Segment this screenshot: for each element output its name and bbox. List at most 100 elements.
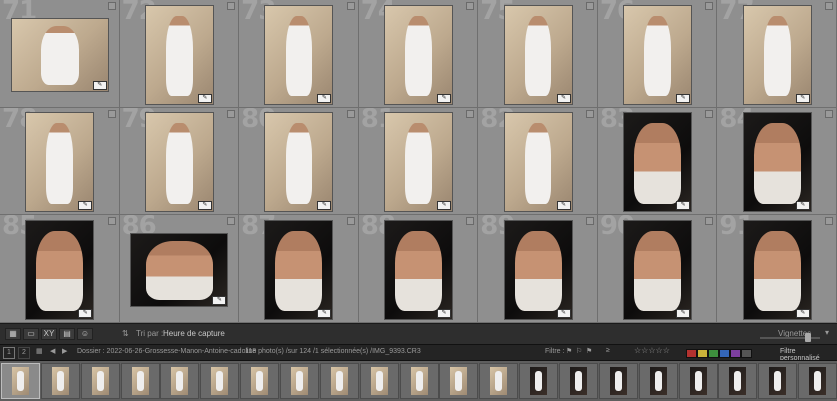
- photo-thumbnail[interactable]: ✎: [743, 221, 811, 320]
- quick-collection-icon[interactable]: [585, 109, 594, 118]
- photo-thumbnail[interactable]: ✎: [265, 221, 333, 320]
- grid-cell[interactable]: 83 ✎: [597, 107, 718, 216]
- color-label-swatch[interactable]: [719, 349, 730, 358]
- quick-collection-icon[interactable]: [346, 109, 355, 118]
- back-arrow-icon[interactable]: ◀: [50, 347, 55, 355]
- photo-thumbnail[interactable]: ✎: [624, 5, 692, 104]
- filmstrip-thumbnail[interactable]: [120, 363, 160, 399]
- quick-collection-icon[interactable]: [227, 2, 236, 10]
- photo-thumbnail[interactable]: ✎: [624, 113, 692, 212]
- quick-collection-icon[interactable]: [346, 2, 355, 10]
- quick-collection-icon[interactable]: [705, 217, 714, 226]
- photo-thumbnail[interactable]: ✎: [504, 5, 572, 104]
- filmstrip-thumbnail[interactable]: [240, 363, 280, 399]
- quick-collection-icon[interactable]: [705, 109, 714, 118]
- star-rating-filter[interactable]: ☆☆☆☆☆: [634, 346, 670, 355]
- grid-cell[interactable]: 74 ✎: [358, 0, 479, 108]
- filmstrip-thumbnail[interactable]: [359, 363, 399, 399]
- grid-cell[interactable]: 79 ✎: [119, 107, 240, 216]
- sort-select[interactable]: Heure de capture: [163, 329, 225, 341]
- filmstrip-thumbnail[interactable]: [280, 363, 319, 399]
- filmstrip-thumbnail[interactable]: [559, 363, 598, 399]
- filmstrip-thumbnail[interactable]: [798, 363, 837, 399]
- photo-thumbnail[interactable]: ✎: [131, 234, 228, 307]
- filmstrip-thumbnail[interactable]: [638, 363, 678, 399]
- grid-cell[interactable]: 77 ✎: [717, 0, 837, 108]
- photo-thumbnail[interactable]: ✎: [145, 113, 213, 212]
- grid-cell[interactable]: 85 ✎: [0, 215, 120, 323]
- quick-collection-icon[interactable]: [227, 109, 236, 118]
- photo-thumbnail[interactable]: ✎: [624, 221, 692, 320]
- photo-thumbnail[interactable]: ✎: [384, 221, 452, 320]
- grid-cell[interactable]: 90 ✎: [597, 215, 718, 323]
- quick-collection-icon[interactable]: [107, 2, 116, 10]
- color-label-swatch[interactable]: [686, 349, 697, 358]
- photo-thumbnail[interactable]: ✎: [384, 5, 452, 104]
- quick-collection-icon[interactable]: [466, 109, 475, 118]
- people-view-button[interactable]: ☺: [77, 328, 93, 340]
- color-label-swatch[interactable]: [741, 349, 752, 358]
- flag-unflag-icon[interactable]: ⚐: [576, 347, 582, 355]
- photo-thumbnail[interactable]: ✎: [145, 5, 213, 104]
- photo-thumbnail[interactable]: ✎: [11, 18, 108, 91]
- thumbnail-size-slider[interactable]: [760, 337, 820, 339]
- grid-cell[interactable]: 71 ✎: [0, 0, 120, 108]
- toolbar-menu-icon[interactable]: ▾: [825, 328, 829, 340]
- filmstrip-thumbnail[interactable]: [40, 363, 80, 399]
- quick-collection-icon[interactable]: [824, 217, 833, 226]
- quick-collection-icon[interactable]: [705, 2, 714, 10]
- survey-view-button[interactable]: ▤: [59, 328, 75, 340]
- photo-thumbnail[interactable]: ✎: [265, 113, 333, 212]
- photo-thumbnail[interactable]: ✎: [743, 113, 811, 212]
- breadcrumb[interactable]: Dossier : 2022-06-26-Grossesse-Manon-Ant…: [77, 348, 256, 355]
- grid-cell[interactable]: 86 ✎: [119, 215, 240, 323]
- filmstrip-thumbnail[interactable]: [80, 363, 120, 399]
- color-label-swatch[interactable]: [708, 349, 719, 358]
- quick-collection-icon[interactable]: [466, 217, 475, 226]
- page-1-button[interactable]: 1: [3, 347, 15, 359]
- grid-icon[interactable]: ▦: [36, 347, 43, 355]
- quick-collection-icon[interactable]: [824, 2, 833, 10]
- filmstrip-thumbnail[interactable]: [439, 363, 479, 399]
- sort-direction-icon[interactable]: ⇅: [122, 329, 129, 341]
- grid-cell[interactable]: 87 ✎: [239, 215, 359, 323]
- grid-cell[interactable]: 76 ✎: [597, 0, 718, 108]
- grid-cell[interactable]: 72 ✎: [119, 0, 240, 108]
- loupe-view-button[interactable]: ▭: [23, 328, 39, 340]
- quick-collection-icon[interactable]: [585, 2, 594, 10]
- grid-cell[interactable]: 81 ✎: [358, 107, 479, 216]
- color-label-swatch[interactable]: [697, 349, 708, 358]
- filmstrip-thumbnail[interactable]: [519, 363, 559, 399]
- grid-cell[interactable]: 84 ✎: [717, 107, 837, 216]
- forward-arrow-icon[interactable]: ▶: [62, 347, 67, 355]
- flag-reject-icon[interactable]: ⚑: [586, 347, 592, 355]
- grid-cell[interactable]: 82 ✎: [478, 107, 598, 216]
- flag-pick-icon[interactable]: ⚑: [566, 347, 572, 355]
- quick-collection-icon[interactable]: [466, 2, 475, 10]
- filmstrip-thumbnail[interactable]: [319, 363, 359, 399]
- photo-thumbnail[interactable]: ✎: [26, 113, 94, 212]
- photo-thumbnail[interactable]: ✎: [743, 5, 811, 104]
- filmstrip-thumbnail[interactable]: [200, 363, 240, 399]
- grid-cell[interactable]: 80 ✎: [239, 107, 359, 216]
- filmstrip-thumbnail[interactable]: [160, 363, 200, 399]
- quick-collection-icon[interactable]: [346, 217, 355, 226]
- quick-collection-icon[interactable]: [824, 109, 833, 118]
- quick-collection-icon[interactable]: [585, 217, 594, 226]
- filmstrip-thumbnail[interactable]: [479, 363, 519, 399]
- photo-thumbnail[interactable]: ✎: [504, 113, 572, 212]
- color-label-swatch[interactable]: [730, 349, 741, 358]
- quick-collection-icon[interactable]: [107, 217, 116, 226]
- filmstrip-thumbnail[interactable]: [399, 363, 439, 399]
- photo-thumbnail[interactable]: ✎: [26, 221, 94, 320]
- filmstrip-thumbnail[interactable]: [598, 363, 638, 399]
- page-2-button[interactable]: 2: [18, 347, 30, 359]
- slider-handle[interactable]: [805, 333, 811, 342]
- filmstrip-thumbnail[interactable]: [758, 363, 798, 399]
- compare-view-button[interactable]: XY: [41, 328, 57, 340]
- quick-collection-icon[interactable]: [107, 109, 116, 118]
- quick-collection-icon[interactable]: [227, 217, 236, 226]
- grid-cell[interactable]: 75 ✎: [478, 0, 598, 108]
- filmstrip-thumbnail[interactable]: [718, 363, 758, 399]
- photo-thumbnail[interactable]: ✎: [504, 221, 572, 320]
